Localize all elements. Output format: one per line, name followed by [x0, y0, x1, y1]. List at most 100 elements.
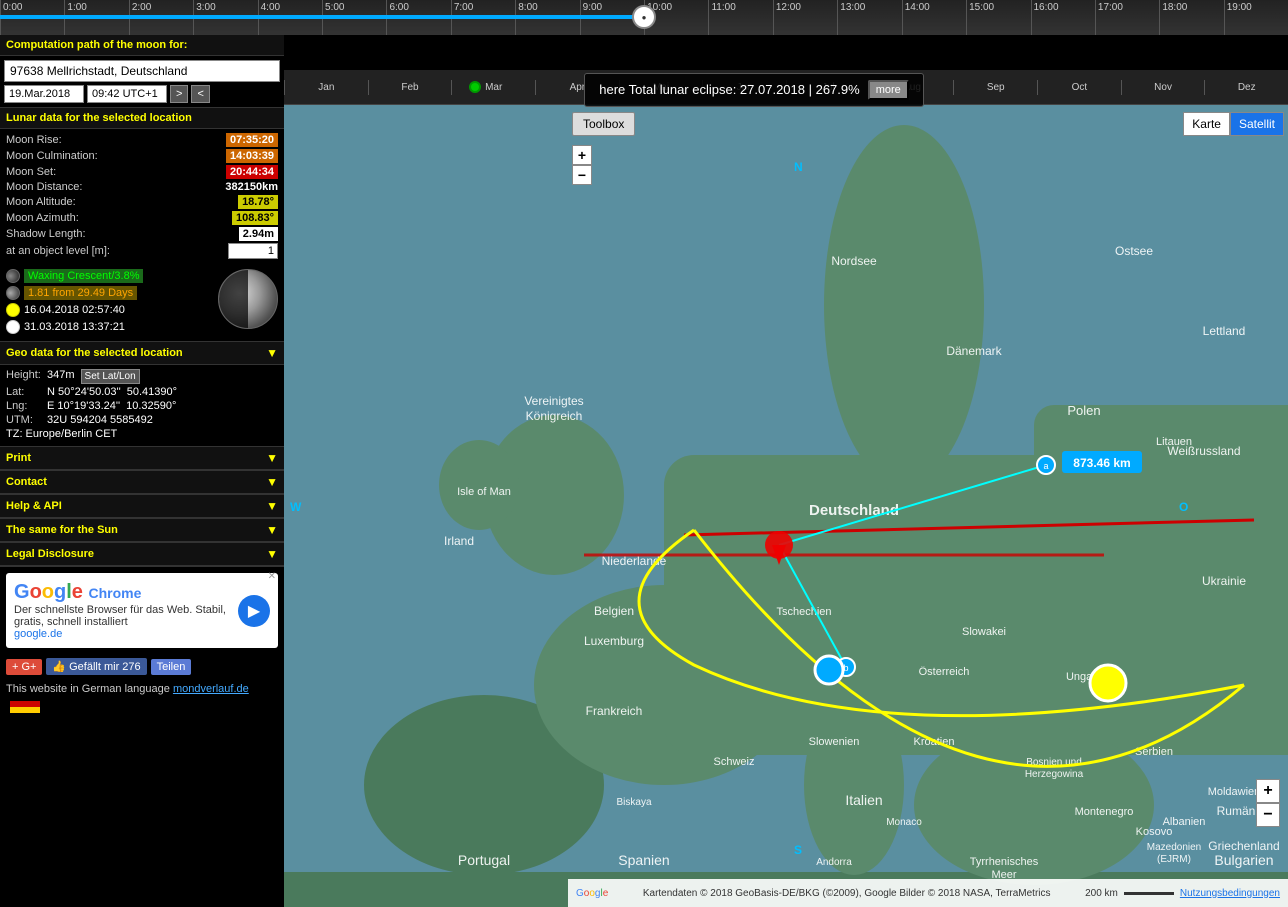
print-header[interactable]: Print ▼	[0, 447, 284, 470]
sun-label: The same for the Sun	[6, 524, 118, 536]
contact-section[interactable]: Contact ▼	[0, 471, 284, 495]
object-level-input[interactable]	[228, 243, 278, 259]
svg-text:Moldawien: Moldawien	[1208, 786, 1261, 798]
tl-hour-16: 16:00	[1031, 0, 1095, 35]
svg-text:Königreich: Königreich	[526, 409, 583, 423]
moon-set-row: Moon Set: 20:44:34	[6, 165, 278, 179]
ad-banner[interactable]: Google Chrome Der schnellste Browser für…	[6, 573, 278, 648]
time-input[interactable]	[87, 85, 167, 103]
computation-header: Computation path of the moon for:	[0, 35, 284, 56]
svg-text:Italien: Italien	[845, 792, 882, 808]
compass-o-label: O	[1179, 500, 1188, 514]
svg-text:Weißrussland: Weißrussland	[1167, 444, 1240, 458]
footer-area: This website in German language mondverl…	[0, 679, 284, 717]
tl-hour-17: 17:00	[1095, 0, 1159, 35]
height-value: 347m	[47, 369, 75, 384]
location-input[interactable]	[4, 60, 280, 82]
fb-like-label: Gefällt mir	[69, 661, 119, 673]
lat-row: Lat: N 50°24'50.03'' 50.41390°	[6, 386, 278, 398]
tl-hour-11: 11:00	[708, 0, 772, 35]
print-section[interactable]: Print ▼	[0, 447, 284, 471]
ad-close-icon[interactable]: ✕	[268, 571, 276, 582]
gplus-icon: +	[12, 661, 18, 673]
phase-info: Waxing Crescent/3.8% 1.81 from 29.49 Day…	[6, 269, 212, 337]
svg-text:Andorra: Andorra	[816, 857, 852, 868]
moon-culmination-row: Moon Culmination: 14:03:39	[6, 149, 278, 163]
map-area[interactable]: Vereinigtes Königreich Isle of Man Irlan…	[284, 70, 1288, 907]
location-area: > <	[0, 56, 284, 107]
print-arrow: ▼	[266, 451, 278, 465]
set-latlon-button[interactable]: Set Lat/Lon	[81, 369, 140, 384]
moon-azimuth-row: Moon Azimuth: 108.83°	[6, 211, 278, 225]
ad-button[interactable]: ▶	[238, 595, 270, 627]
phase-a-icon	[6, 286, 20, 300]
sun-section[interactable]: The same for the Sun ▼	[0, 519, 284, 543]
satellit-button[interactable]: Satellit	[1230, 112, 1284, 136]
object-level-label: at an object level [m]:	[6, 245, 110, 257]
website-link[interactable]: mondverlauf.de	[173, 683, 249, 695]
terms-link[interactable]: Nutzungsbedingungen	[1180, 888, 1280, 899]
phase-nm-row: 31.03.2018 13:37:21	[6, 320, 212, 334]
tl-hour-18: 18:00	[1159, 0, 1223, 35]
month-feb: Feb	[368, 80, 452, 95]
eclipse-info: here Total lunar eclipse: 27.07.2018 | 2…	[584, 73, 924, 107]
map-plus-button[interactable]: +	[572, 145, 592, 165]
map-footer: Google Kartendaten © 2018 GeoBasis-DE/BK…	[568, 879, 1288, 907]
contact-header[interactable]: Contact ▼	[0, 471, 284, 494]
ad-logo: Google Chrome	[14, 581, 230, 604]
lunar-data-header: Lunar data for the selected location	[0, 108, 284, 129]
svg-text:Isle of Man: Isle of Man	[457, 486, 511, 498]
svg-text:Litauen: Litauen	[1156, 436, 1192, 448]
phase-fm-row: 16.04.2018 02:57:40	[6, 303, 212, 317]
legal-header[interactable]: Legal Disclosure ▼	[0, 543, 284, 566]
tl-hour-19: 19:00	[1224, 0, 1288, 35]
google-plus-button[interactable]: + G+	[6, 659, 42, 675]
facebook-like-button[interactable]: 👍 Gefällt mir 276	[46, 658, 146, 675]
utm-label: UTM:	[6, 414, 41, 426]
tl-hour-12: 12:00	[773, 0, 837, 35]
help-section[interactable]: Help & API ▼	[0, 495, 284, 519]
nav-prev-button[interactable]: >	[170, 85, 188, 103]
karte-button[interactable]: Karte	[1183, 112, 1230, 136]
timeline-bar[interactable]: 0:00 1:00 2:00 3:00 4:00 5:00 6:00 7:00 …	[0, 0, 1288, 35]
lunar-section: Moon Rise: 07:35:20 Moon Culmination: 14…	[0, 129, 284, 265]
utm-value: 32U 594204 5585492	[47, 414, 153, 426]
sun-header[interactable]: The same for the Sun ▼	[0, 519, 284, 542]
lat-decimal: 50.41390°	[127, 386, 177, 398]
legal-section[interactable]: Legal Disclosure ▼	[0, 543, 284, 567]
map-minus-button[interactable]: −	[572, 165, 592, 185]
lng-value: E 10°19'33.24''	[47, 400, 120, 412]
scale-bar	[1124, 892, 1174, 895]
svg-text:Schweiz: Schweiz	[714, 756, 755, 768]
nav-next-button[interactable]: <	[191, 85, 209, 103]
zoom-out-button[interactable]: −	[1256, 803, 1280, 827]
toolbox-button[interactable]: Toolbox	[572, 112, 635, 136]
gplus-label: G+	[21, 661, 36, 673]
date-row: > <	[4, 85, 280, 103]
google-logo: Google	[576, 888, 608, 899]
svg-text:Luxemburg: Luxemburg	[584, 634, 644, 648]
phase-a-label: 1.81 from 29.49 Days	[24, 286, 137, 300]
compass-n-label: N	[794, 160, 803, 174]
ad-text: Der schnellste Browser für das Web. Stab…	[14, 604, 230, 640]
date-input[interactable]	[4, 85, 84, 103]
svg-text:Albanien: Albanien	[1163, 816, 1206, 828]
map-attribution: Kartendaten © 2018 GeoBasis-DE/BKG (©200…	[643, 888, 1051, 899]
geo-data-header[interactable]: Geo data for the selected location ▼	[0, 342, 284, 365]
phase-area: Waxing Crescent/3.8% 1.81 from 29.49 Day…	[0, 265, 284, 341]
eclipse-more-button[interactable]: more	[868, 80, 909, 100]
website-lang-label: This website in German language	[6, 683, 170, 695]
zoom-in-button[interactable]: +	[1256, 779, 1280, 803]
svg-text:873.46 km: 873.46 km	[1073, 456, 1130, 470]
svg-text:Griechenland: Griechenland	[1208, 839, 1279, 853]
height-label: Height:	[6, 369, 41, 384]
facebook-share-button[interactable]: Teilen	[151, 659, 192, 675]
timeline-thumb[interactable]: ●	[632, 5, 656, 29]
tz-value: TZ: Europe/Berlin CET	[6, 428, 117, 440]
help-header[interactable]: Help & API ▼	[0, 495, 284, 518]
phase-nm-icon	[6, 320, 20, 334]
year-progress-dot	[469, 81, 481, 93]
german-flag	[10, 695, 40, 713]
help-arrow: ▼	[266, 499, 278, 513]
thumbs-up-icon: 👍	[52, 660, 66, 673]
